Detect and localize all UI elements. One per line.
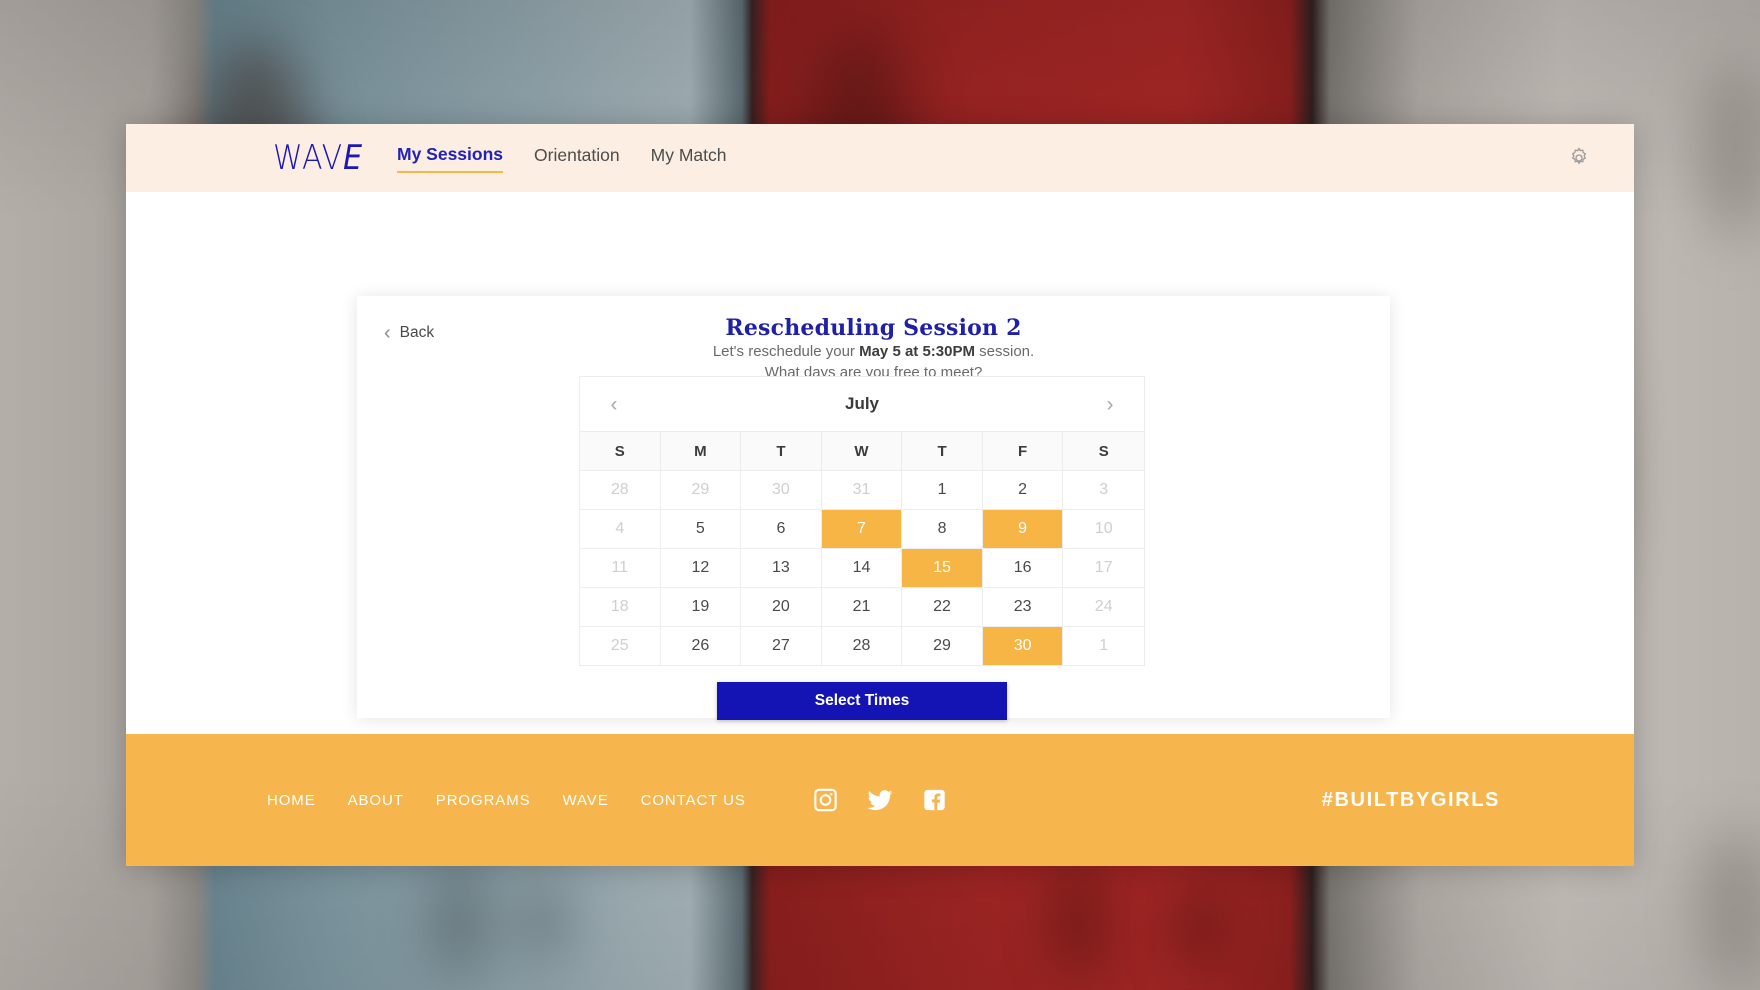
calendar-day-cell: 24 [1094, 598, 1113, 615]
nav-item-orientation[interactable]: Orientation [534, 145, 620, 172]
page-body: ‹ Back Rescheduling Session 2 Let's resc… [126, 192, 1634, 734]
calendar-day-cell: 1 [1099, 637, 1109, 654]
calendar-weekday-header: SMTWTFS [580, 432, 1144, 471]
reschedule-card: ‹ Back Rescheduling Session 2 Let's resc… [357, 296, 1390, 720]
calendar-day-cell[interactable]: 8 [902, 510, 983, 548]
facebook-icon[interactable] [922, 787, 948, 813]
chevron-left-icon: ‹ [384, 322, 391, 344]
calendar-day-cell[interactable]: 22 [902, 588, 983, 626]
calendar-day-cell[interactable]: 21 [822, 588, 903, 626]
calendar-day-cell: 11 [580, 549, 661, 587]
social-links [813, 787, 948, 814]
page-title: Rescheduling Session 2 [725, 315, 1022, 341]
calendar-day-cell[interactable]: 12 [661, 549, 742, 587]
card-subtitle-line-1: Let's reschedule your May 5 at 5:30PM se… [357, 341, 1390, 362]
calendar-week-row: 11 12 13 14 15 16 17 [580, 549, 1144, 588]
calendar-weekday-3: W [822, 432, 903, 470]
site-footer: HOME ABOUT PROGRAMS WAVE CONTACT US #BUI… [126, 734, 1634, 866]
calendar-month-label: July [844, 394, 880, 413]
back-button[interactable]: ‹ Back [384, 323, 434, 343]
nav-item-my-sessions[interactable]: My Sessions [397, 144, 504, 173]
calendar-day-cell[interactable]: 6 [741, 510, 822, 548]
calendar-day-cell[interactable]: 28 [822, 627, 903, 665]
calendar-week-row: 28 29 30 31 1 2 3 [580, 471, 1144, 510]
hashtag-label: #BUILTBYGIRLS [1321, 788, 1500, 811]
calendar-weekday-4: T [902, 432, 983, 470]
calendar-day-cell[interactable]: 13 [741, 549, 822, 587]
wave-logo-text-italic: E [343, 138, 364, 178]
calendar-day-cell-selected[interactable]: 9 [982, 510, 1064, 548]
instagram-icon[interactable] [813, 787, 839, 813]
calendar-day-cell[interactable]: 23 [983, 588, 1064, 626]
calendar-week-row: 18 19 20 21 22 23 24 [580, 588, 1144, 627]
top-navigation-bar: WAVE My Sessions Orientation My Match [126, 124, 1634, 192]
calendar-day-cell: 18 [580, 588, 661, 626]
calendar-day-cell[interactable]: 26 [661, 627, 742, 665]
select-times-button[interactable]: Select Times [717, 682, 1007, 720]
calendar-week-row: 4 5 6 7 8 9 10 [580, 510, 1144, 549]
nav-item-my-match[interactable]: My Match [651, 145, 727, 172]
calendar-day-cell[interactable]: 16 [983, 549, 1064, 587]
calendar-header: ‹ July › [580, 377, 1144, 432]
subtitle-prefix: Let's reschedule your [712, 343, 860, 360]
calendar-day-cell: 28 [580, 471, 661, 509]
calendar-day-cell[interactable]: 14 [822, 549, 903, 587]
calendar-day-cell[interactable]: 2 [983, 471, 1064, 509]
primary-nav: My Sessions Orientation My Match [397, 144, 727, 173]
calendar-day-cell[interactable]: 19 [661, 588, 742, 626]
calendar-day-cell: 3 [1099, 481, 1109, 498]
calendar-weekday-2: T [741, 432, 822, 470]
footer-link-home[interactable]: HOME [267, 792, 316, 809]
subtitle-session-datetime: May 5 at 5:30PM [859, 343, 975, 360]
calendar-day-cell-selected[interactable]: 15 [902, 549, 983, 587]
footer-link-contact-us[interactable]: CONTACT US [641, 792, 746, 809]
calendar-week-row: 25 26 27 28 29 30 1 [580, 627, 1144, 665]
calendar-weekday-6: S [1098, 442, 1109, 460]
calendar-day-cell: 25 [580, 627, 661, 665]
footer-link-programs[interactable]: PROGRAMS [436, 792, 531, 809]
calendar-day-cell: 31 [822, 471, 903, 509]
calendar-day-cell[interactable]: 27 [741, 627, 822, 665]
footer-link-wave[interactable]: WAVE [563, 792, 609, 809]
calendar-day-cell[interactable]: 1 [902, 471, 983, 509]
twitter-icon[interactable] [867, 787, 894, 814]
app-window: WAVE My Sessions Orientation My Match ‹ … [126, 124, 1634, 866]
calendar-day-cell-selected[interactable]: 7 [821, 510, 903, 548]
back-button-label: Back [399, 324, 435, 341]
calendar-next-month-button[interactable]: › [1101, 394, 1119, 415]
footer-links: HOME ABOUT PROGRAMS WAVE CONTACT US [267, 792, 746, 809]
subtitle-suffix: session. [974, 343, 1035, 360]
calendar-day-cell: 10 [1094, 520, 1113, 537]
calendar-day-cell[interactable]: 20 [741, 588, 822, 626]
calendar-weekday-1: M [661, 432, 742, 470]
calendar-day-cell: 30 [741, 471, 822, 509]
date-picker-calendar: ‹ July › SMTWTFS 28 29 30 31 1 2 3 4 5 6 7 8 9 10 11 12… [579, 376, 1145, 666]
wave-logo-text: WAV [273, 138, 344, 178]
calendar-day-cell: 29 [661, 471, 742, 509]
calendar-weekday-0: S [580, 432, 661, 470]
wave-logo[interactable]: WAVE [273, 138, 363, 177]
calendar-day-cell-selected[interactable]: 30 [982, 627, 1064, 665]
gear-icon[interactable] [1566, 145, 1592, 171]
calendar-day-cell: 17 [1094, 559, 1113, 576]
footer-link-about[interactable]: ABOUT [348, 792, 404, 809]
calendar-day-cell[interactable]: 29 [902, 627, 983, 665]
calendar-weekday-5: F [983, 432, 1064, 470]
calendar-day-cell[interactable]: 5 [661, 510, 742, 548]
calendar-day-cell: 4 [580, 510, 661, 548]
calendar-day-grid: 28 29 30 31 1 2 3 4 5 6 7 8 9 10 11 12 13 14 15 16 17 18 19 20 2… [580, 471, 1144, 665]
calendar-prev-month-button[interactable]: ‹ [605, 394, 623, 415]
